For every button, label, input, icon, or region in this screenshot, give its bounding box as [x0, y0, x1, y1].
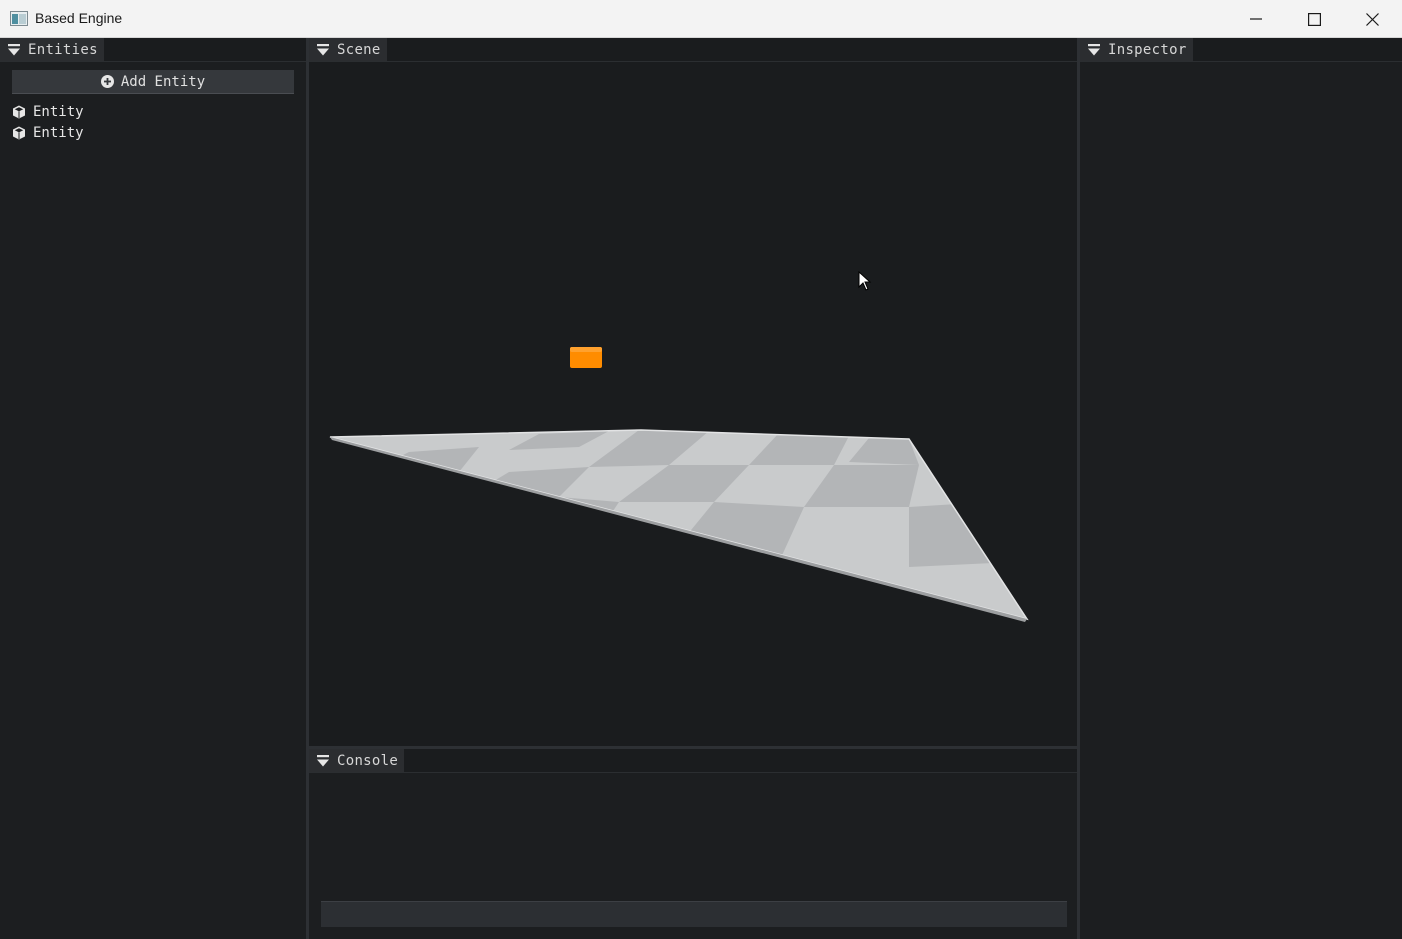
scene-panel-header: Scene: [309, 38, 1077, 62]
console-panel-header: Console: [309, 749, 1077, 773]
app-icon: [10, 11, 28, 26]
dropdown-icon: [8, 43, 20, 55]
tab-inspector[interactable]: Inspector: [1080, 38, 1193, 61]
panel-menu-button[interactable]: [1080, 38, 1108, 61]
add-entity-button[interactable]: Add Entity: [12, 70, 294, 94]
panel-menu-button[interactable]: [309, 749, 337, 772]
console-input[interactable]: [321, 901, 1067, 927]
dropdown-icon: [1088, 43, 1100, 55]
plus-circle-icon: [100, 75, 114, 88]
cube-icon: [13, 105, 25, 119]
dropdown-icon: [317, 43, 329, 55]
panel-splitter[interactable]: [309, 746, 1077, 749]
add-entity-label: Add Entity: [120, 73, 206, 90]
scene-viewport[interactable]: [309, 62, 1077, 746]
entity-label: Entity: [33, 125, 84, 141]
tab-label: Scene: [337, 41, 381, 58]
panel-menu-button[interactable]: [309, 38, 337, 61]
mouse-cursor-icon: [858, 271, 872, 291]
console-panel: Console: [309, 749, 1077, 939]
window-title: Based Engine: [35, 10, 123, 26]
close-button[interactable]: [1343, 0, 1401, 38]
entities-panel-header: Entities: [0, 38, 306, 62]
orange-cube: [570, 347, 602, 368]
maximize-button[interactable]: [1285, 0, 1343, 38]
entity-list-item[interactable]: Entity: [12, 123, 84, 143]
tab-scene[interactable]: Scene: [309, 38, 387, 61]
minimize-button[interactable]: [1227, 0, 1285, 38]
inspector-panel: Inspector: [1080, 38, 1402, 939]
dropdown-icon: [317, 754, 329, 766]
tab-label: Console: [337, 752, 399, 769]
close-icon: [1365, 12, 1379, 26]
entity-label: Entity: [33, 104, 84, 120]
title-bar[interactable]: Based Engine: [0, 0, 1402, 38]
tab-console[interactable]: Console: [309, 749, 405, 772]
entity-list-item[interactable]: Entity: [12, 102, 84, 122]
cube-icon: [13, 126, 25, 140]
inspector-panel-header: Inspector: [1080, 38, 1402, 62]
minimize-icon: [1250, 18, 1262, 20]
entities-panel: Entities Add Entity Entity Entity: [0, 38, 306, 939]
maximize-icon: [1307, 12, 1321, 26]
tab-label: Entities: [28, 41, 98, 58]
tab-entities[interactable]: Entities: [0, 38, 104, 61]
scene-panel: Scene: [309, 38, 1077, 746]
app-window: Based Engine Entities Add Entity Entity …: [0, 0, 1402, 939]
tab-label: Inspector: [1108, 41, 1187, 58]
panel-menu-button[interactable]: [0, 38, 28, 61]
